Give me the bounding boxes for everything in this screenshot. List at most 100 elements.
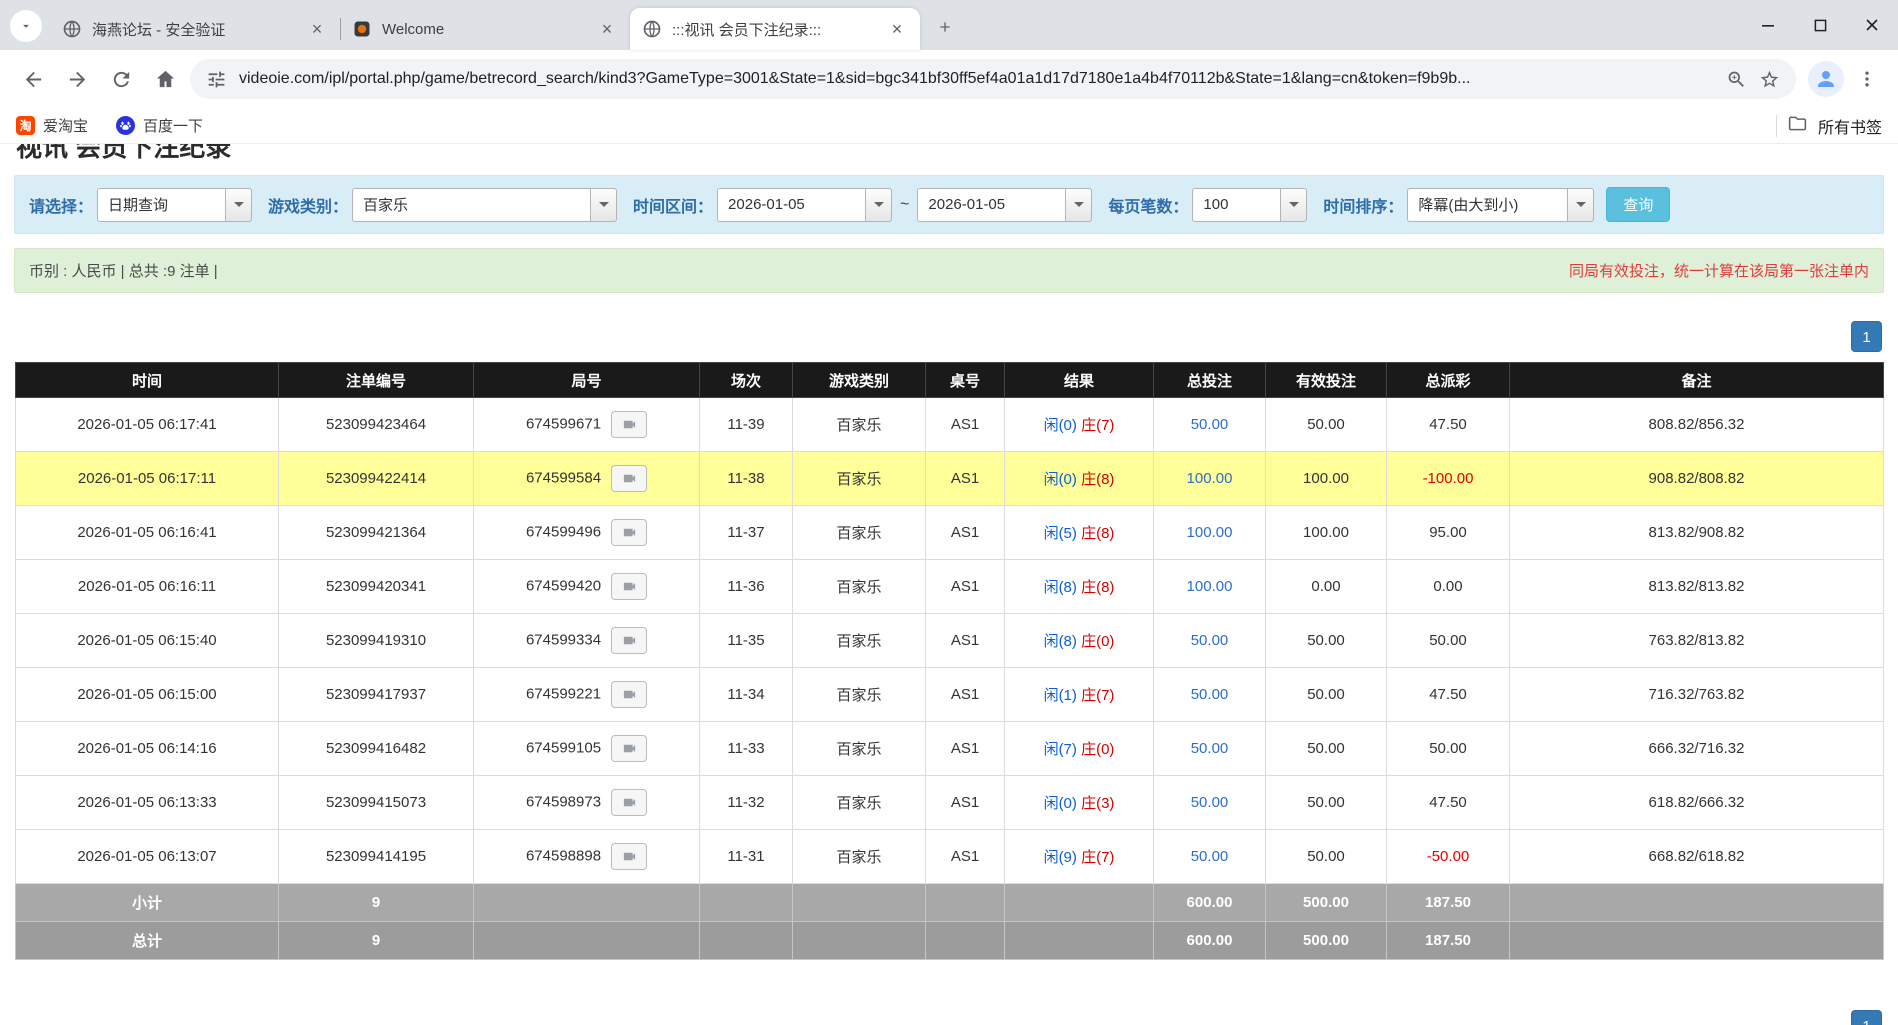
total-row: 总计 9 600.00 500.00 187.50 xyxy=(16,922,1884,960)
game-type-input[interactable] xyxy=(352,188,590,222)
forward-button[interactable] xyxy=(58,60,96,98)
page-size-input[interactable] xyxy=(1192,188,1280,222)
total-bet-link[interactable]: 100.00 xyxy=(1187,578,1233,595)
video-replay-button[interactable] xyxy=(611,843,647,870)
url-text[interactable]: videoie.com/ipl/portal.php/game/betrecor… xyxy=(239,70,1714,88)
payout-value: 47.50 xyxy=(1429,794,1467,811)
pagination-bottom: 1 xyxy=(16,1010,1882,1025)
divider xyxy=(1776,115,1777,137)
cell-time: 2026-01-05 06:17:41 xyxy=(16,398,279,452)
round-number: 674599105 xyxy=(526,739,601,756)
browser-menu-button[interactable] xyxy=(1850,62,1884,96)
video-replay-button[interactable] xyxy=(611,735,647,762)
plus-icon xyxy=(937,19,953,35)
tab-welcome[interactable]: Welcome × xyxy=(340,8,630,50)
cell-total-bet: 100.00 xyxy=(1154,560,1266,614)
sort-select[interactable] xyxy=(1407,188,1594,222)
all-bookmarks-label[interactable]: 所有书签 xyxy=(1818,114,1882,138)
cell-note: 716.32/763.82 xyxy=(1510,668,1884,722)
total-bet-link[interactable]: 50.00 xyxy=(1191,848,1229,865)
dropdown-arrow-icon[interactable] xyxy=(590,188,617,222)
round-number: 674599496 xyxy=(526,523,601,540)
total-bet-link[interactable]: 50.00 xyxy=(1191,416,1229,433)
date-to-select[interactable] xyxy=(917,188,1092,222)
video-replay-button[interactable] xyxy=(611,465,647,492)
video-replay-button[interactable] xyxy=(611,789,647,816)
total-bet-link[interactable]: 50.00 xyxy=(1191,632,1229,649)
video-replay-button[interactable] xyxy=(611,573,647,600)
tab-bet-record[interactable]: :::视讯 会员下注纪录::: × xyxy=(630,8,920,50)
maximize-button[interactable] xyxy=(1794,0,1846,50)
page-size-select[interactable] xyxy=(1192,188,1307,222)
browser-chrome: 海燕论坛 - 安全验证 × Welcome × :::视讯 会员下注纪录::: … xyxy=(0,0,1898,144)
player-result: 闲(5) xyxy=(1044,525,1077,542)
video-replay-button[interactable] xyxy=(611,627,647,654)
folder-icon xyxy=(1787,113,1808,139)
minimize-button[interactable] xyxy=(1742,0,1794,50)
page-1-button[interactable]: 1 xyxy=(1851,1010,1882,1025)
zoom-icon[interactable] xyxy=(1726,69,1747,90)
date-to-input[interactable] xyxy=(917,188,1065,222)
subtotal-valid-bet: 500.00 xyxy=(1266,884,1387,922)
cell-session: 11-32 xyxy=(700,776,793,830)
total-bet-link[interactable]: 50.00 xyxy=(1191,686,1229,703)
close-icon[interactable]: × xyxy=(886,18,908,40)
back-button[interactable] xyxy=(14,60,52,98)
query-type-input[interactable] xyxy=(97,188,225,222)
cell-table-no: AS1 xyxy=(926,830,1005,884)
dropdown-arrow-icon[interactable] xyxy=(1065,188,1092,222)
cell-result: 闲(0) 庄(7) xyxy=(1005,398,1154,452)
close-icon[interactable]: × xyxy=(596,18,618,40)
payout-value: 47.50 xyxy=(1429,686,1467,703)
video-icon xyxy=(621,525,638,540)
cell-valid-bet: 50.00 xyxy=(1266,776,1387,830)
refresh-button[interactable] xyxy=(102,60,140,98)
dropdown-arrow-icon[interactable] xyxy=(225,188,252,222)
cell-game-type: 百家乐 xyxy=(793,506,926,560)
cell-valid-bet: 0.00 xyxy=(1266,560,1387,614)
date-from-select[interactable] xyxy=(717,188,892,222)
cell-round: 674599420 xyxy=(474,560,700,614)
date-from-input[interactable] xyxy=(717,188,865,222)
cell-round: 674599671 xyxy=(474,398,700,452)
profile-avatar[interactable] xyxy=(1808,61,1844,97)
bookmark-star-icon[interactable] xyxy=(1759,69,1780,90)
tab-haiyan-forum[interactable]: 海燕论坛 - 安全验证 × xyxy=(50,8,340,50)
close-icon[interactable]: × xyxy=(306,18,328,40)
video-replay-button[interactable] xyxy=(611,519,647,546)
bookmark-taobao[interactable]: 淘 爱淘宝 xyxy=(16,115,88,136)
new-tab-button[interactable] xyxy=(928,10,962,44)
sort-input[interactable] xyxy=(1407,188,1567,222)
total-count: 9 xyxy=(279,922,474,960)
total-bet-link[interactable]: 50.00 xyxy=(1191,794,1229,811)
player-result: 闲(0) xyxy=(1044,795,1077,812)
cell-table-no: AS1 xyxy=(926,776,1005,830)
query-type-select[interactable] xyxy=(97,188,252,222)
video-icon xyxy=(621,687,638,702)
total-bet-link[interactable]: 50.00 xyxy=(1191,740,1229,757)
address-bar[interactable]: videoie.com/ipl/portal.php/game/betrecor… xyxy=(190,59,1796,99)
total-bet-link[interactable]: 100.00 xyxy=(1187,470,1233,487)
home-button[interactable] xyxy=(146,60,184,98)
video-replay-button[interactable] xyxy=(611,681,647,708)
tab-search-button[interactable] xyxy=(10,10,42,42)
cell-session: 11-36 xyxy=(700,560,793,614)
dropdown-arrow-icon[interactable] xyxy=(1280,188,1307,222)
subtotal-total-bet: 600.00 xyxy=(1154,884,1266,922)
header-total-bet: 总投注 xyxy=(1154,363,1266,398)
bookmark-baidu[interactable]: 百度一下 xyxy=(116,115,203,136)
dropdown-arrow-icon[interactable] xyxy=(1567,188,1594,222)
cell-session: 11-37 xyxy=(700,506,793,560)
banker-result: 庄(0) xyxy=(1081,633,1114,650)
table-row: 2026-01-05 06:17:41523099423464674599671… xyxy=(16,398,1884,452)
video-replay-button[interactable] xyxy=(611,411,647,438)
game-type-select[interactable] xyxy=(352,188,617,222)
cell-payout: 95.00 xyxy=(1387,506,1510,560)
round-number: 674599221 xyxy=(526,685,601,702)
close-window-button[interactable] xyxy=(1846,0,1898,50)
page-1-button[interactable]: 1 xyxy=(1851,321,1882,352)
dropdown-arrow-icon[interactable] xyxy=(865,188,892,222)
total-bet-link[interactable]: 100.00 xyxy=(1187,524,1233,541)
payout-value: 0.00 xyxy=(1433,578,1462,595)
search-button[interactable]: 查询 xyxy=(1606,187,1670,222)
